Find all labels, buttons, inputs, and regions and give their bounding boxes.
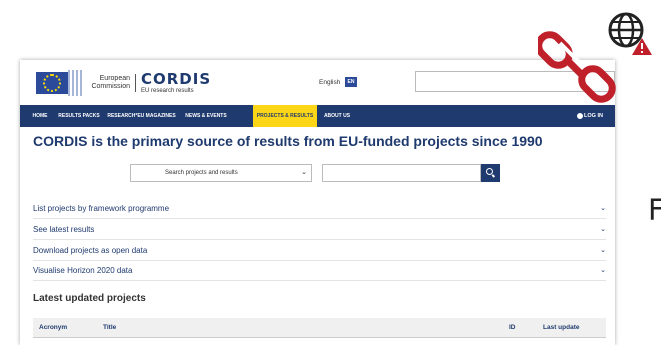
european-commission-label: European Commission [86,75,130,91]
chevron-down-icon: ⌄ [600,247,606,254]
accordion-label: See latest results [33,225,95,234]
accordion-label: Visualise Horizon 2020 data [33,266,133,275]
flag-stripes-decoration [68,70,82,96]
broken-link-icon [538,31,616,103]
header-divider [135,74,136,92]
projects-table-header: Acronym Title ID Last update [33,318,606,338]
site-header: European Commission CORDIS EU research r… [20,60,615,105]
cropped-text-glyph: F [648,193,661,227]
nav-item-projects-results[interactable]: PROJECTS & RESULTS [253,105,317,127]
nav-item-results-packs[interactable]: RESULTS PACKS [56,105,102,127]
chevron-down-icon: ⌄ [600,205,606,212]
search-type-value: Search projects and results [165,170,238,176]
chevron-down-icon: ⌄ [600,267,606,274]
accordion-horizon-2020[interactable]: Visualise Horizon 2020 data ⌄ [33,260,606,281]
eu-flag-icon [36,72,68,94]
chevron-down-icon: ⌄ [301,169,307,176]
main-search-input[interactable] [322,164,481,182]
nav-item-about-us[interactable]: ABOUT US [322,105,352,127]
cordis-tagline: EU research results [141,88,194,94]
cordis-screenshot: European Commission CORDIS EU research r… [20,60,615,345]
main-nav: HOME RESULTS PACKS RESEARCH*EU MAGAZINES… [20,105,615,127]
ec-line-1: European [99,75,130,82]
accordion-open-data[interactable]: Download projects as open data ⌄ [33,240,606,261]
search-type-select[interactable]: Search projects and results ⌄ [130,164,312,182]
login-label: LOG IN [584,113,603,119]
chevron-down-icon: ⌄ [600,226,606,233]
user-icon [577,112,584,119]
column-id[interactable]: ID [509,318,516,338]
column-acronym[interactable]: Acronym [39,318,67,338]
nav-item-magazines[interactable]: RESEARCH*EU MAGAZINES [105,105,178,127]
column-title[interactable]: Title [103,318,116,338]
ec-line-2: Commission [91,83,130,90]
search-icon [486,168,493,175]
cordis-logo[interactable]: CORDIS [141,70,211,88]
nav-item-home[interactable]: HOME [28,105,52,127]
column-last-update[interactable]: Last update [543,318,579,338]
accordion-framework-programme[interactable]: List projects by framework programme ⌄ [33,198,606,219]
accordion-latest-results[interactable]: See latest results ⌄ [33,219,606,240]
accordion-label: Download projects as open data [33,246,148,255]
nav-item-news-events[interactable]: NEWS & EVENTS [181,105,231,127]
latest-projects-heading: Latest updated projects [33,293,146,304]
language-code-badge[interactable]: EN [345,77,357,87]
accordion-label: List projects by framework programme [33,204,170,213]
language-selector[interactable]: English [319,79,340,86]
search-button[interactable] [481,164,500,182]
page-headline: CORDIS is the primary source of results … [33,133,543,149]
